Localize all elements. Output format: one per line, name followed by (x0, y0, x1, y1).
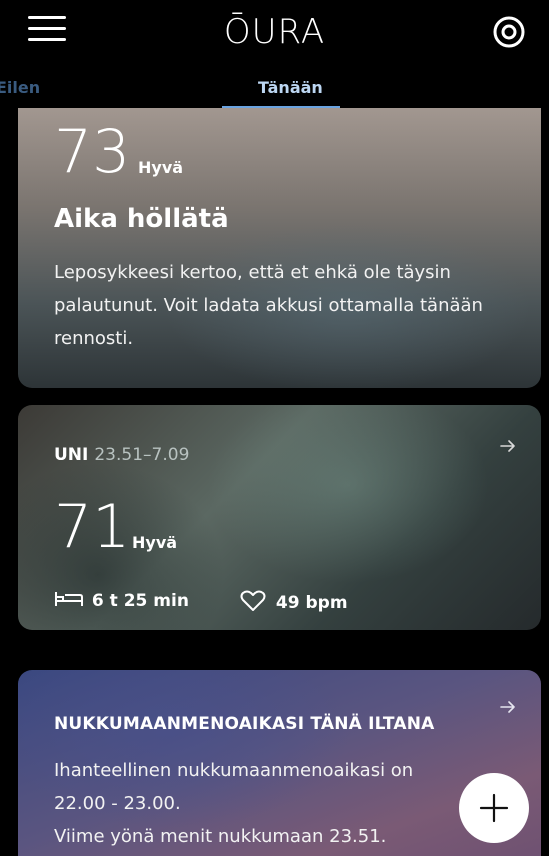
readiness-heading: Aika höllätä (54, 204, 229, 234)
oura-logo: ŌURA (223, 12, 326, 52)
readiness-score: 73 (54, 117, 131, 187)
app-screen: ŌURA Eilen Tänään 73 Hyvä Aika höllätä L… (0, 0, 549, 856)
bedtime-body: Ihanteellinen nukkumaanmenoaikasi on 22.… (54, 754, 514, 853)
sleep-time-range: 23.51–7.09 (94, 445, 190, 465)
bedtime-line-3: Viime yönä menit nukkumaan 23.51. (54, 826, 387, 847)
sleep-duration: 6 t 25 min (91, 591, 189, 611)
add-button[interactable] (459, 773, 529, 843)
day-tabs: Eilen Tänään (0, 72, 549, 110)
heart-rate: 49 bpm (275, 593, 348, 613)
bed-icon (55, 592, 83, 606)
sleep-score: 71 (54, 492, 131, 562)
bedtime-line-2: 22.00 - 23.00. (54, 793, 181, 814)
tab-yesterday[interactable]: Eilen (0, 78, 60, 97)
sleep-title: UNI 23.51–7.09 (54, 445, 189, 465)
bedtime-line-1: Ihanteellinen nukkumaanmenoaikasi on (54, 760, 414, 781)
sleep-duration-stat: 6 t 25 min (54, 590, 189, 611)
plus-icon (479, 793, 509, 823)
readiness-body: Leposykkeesi kertoo, että et ehkä ole tä… (54, 262, 483, 349)
readiness-card[interactable]: 73 Hyvä Aika höllätä Leposykkeesi kertoo… (18, 108, 541, 388)
sleep-label: UNI (54, 445, 89, 465)
bedtime-title: NUKKUMAANMENOAIKASI TÄNÄ ILTANA (54, 714, 435, 734)
arrow-right-icon[interactable] (499, 437, 517, 455)
arrow-right-icon[interactable] (499, 698, 517, 716)
heart-icon (240, 590, 266, 611)
heart-rate-stat: 49 bpm (240, 590, 348, 613)
ring-icon[interactable] (491, 14, 527, 50)
tab-today[interactable]: Tänään (258, 78, 323, 97)
readiness-score-label: Hyvä (138, 158, 184, 177)
sleep-score-label: Hyvä (132, 533, 178, 552)
sleep-card[interactable]: UNI 23.51–7.09 71 Hyvä 6 t 25 min 49 bpm (18, 405, 541, 630)
top-bar: ŌURA (0, 0, 549, 70)
